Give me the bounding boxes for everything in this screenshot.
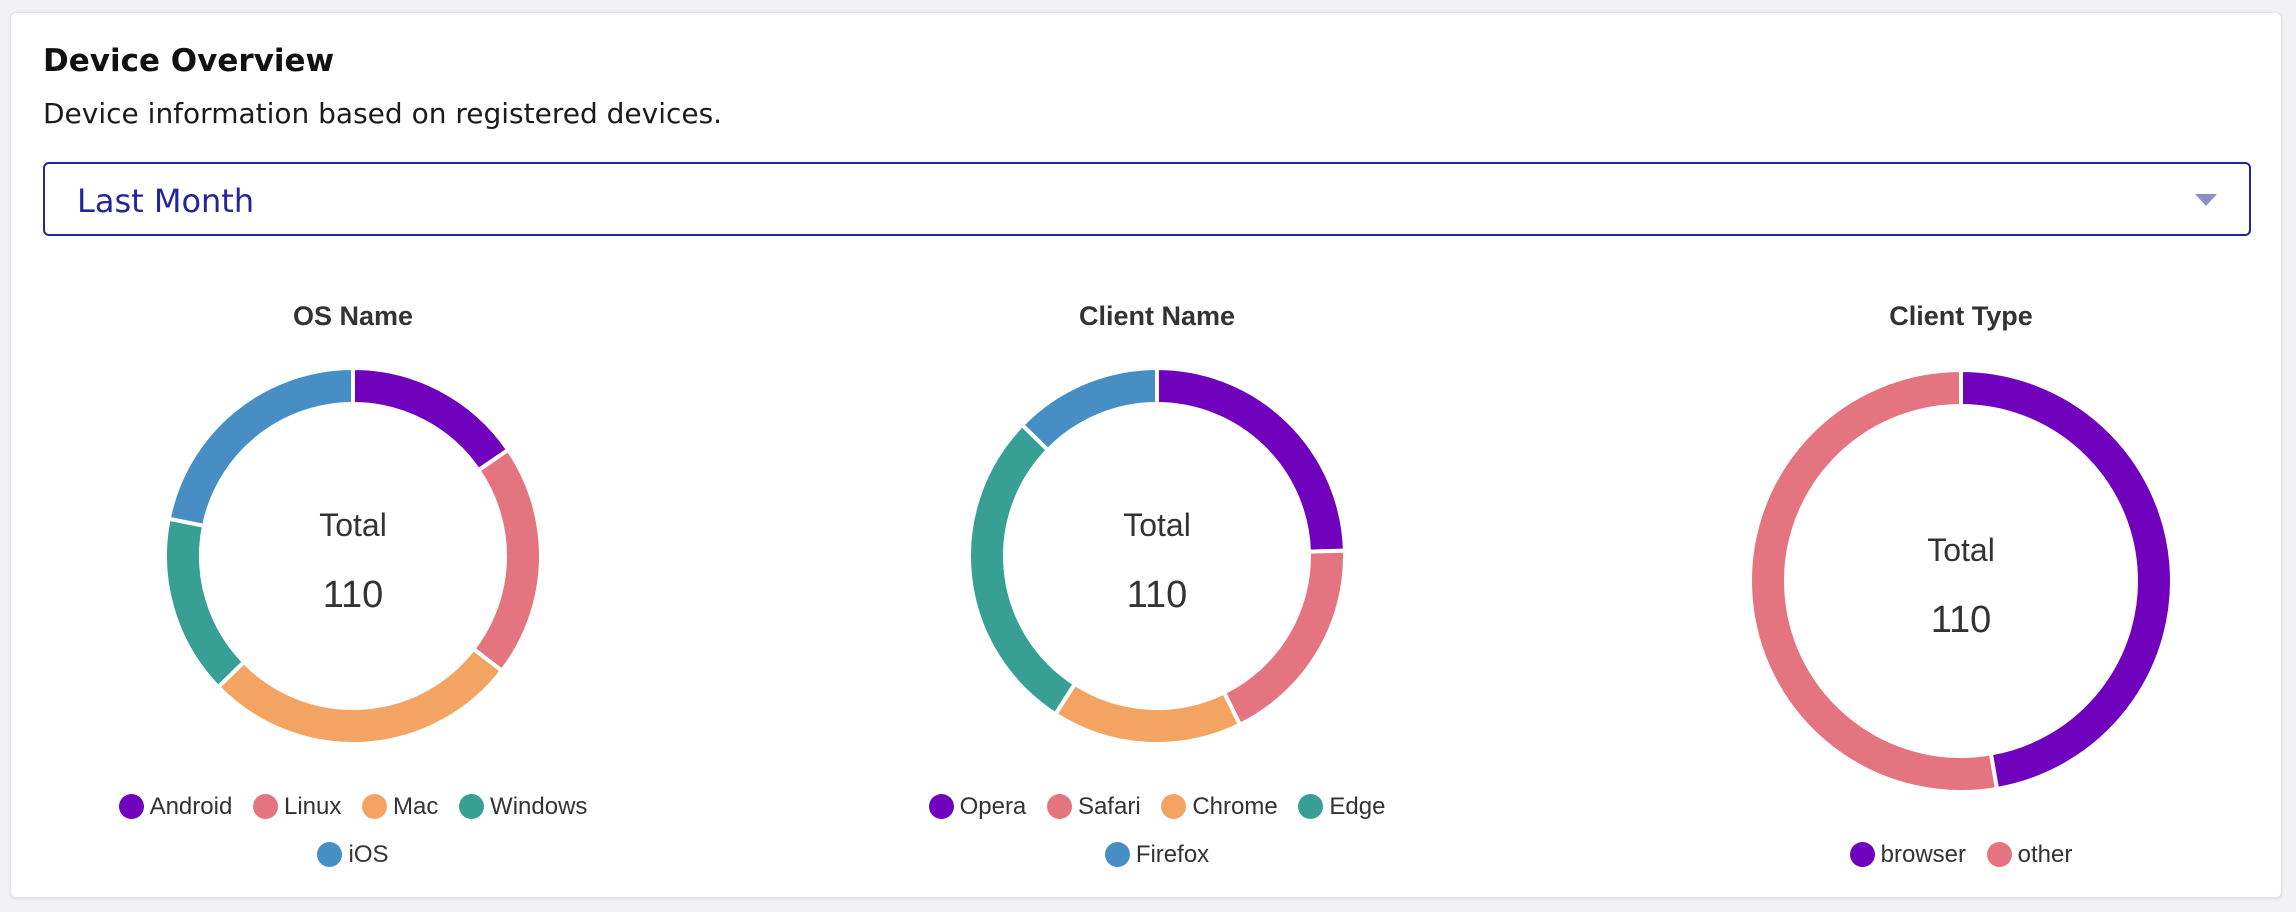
legend-label: Linux bbox=[283, 793, 342, 820]
legend-dot bbox=[928, 794, 954, 819]
center-total: 110 bbox=[323, 574, 384, 616]
legend-label: Chrome bbox=[1192, 793, 1278, 820]
legend-dot bbox=[1849, 842, 1875, 867]
client-type-legend: browser other bbox=[1661, 831, 2261, 879]
slice-android[interactable] bbox=[351, 365, 511, 473]
legend-dot bbox=[1298, 794, 1324, 819]
client-type-chart: Client Type Total 110 browser other bbox=[1661, 283, 2261, 883]
legend-item-opera[interactable]: Opera bbox=[928, 783, 1027, 831]
legend-label: Safari bbox=[1077, 793, 1141, 820]
slice-browser[interactable] bbox=[1959, 367, 2174, 792]
legend-label: Edge bbox=[1329, 793, 1386, 820]
center-label: Total bbox=[1927, 532, 1995, 568]
legend-label: Firefox bbox=[1135, 841, 1210, 868]
slice-mac[interactable] bbox=[215, 646, 505, 746]
legend-label: Opera bbox=[959, 793, 1027, 820]
legend-item-browser[interactable]: browser bbox=[1849, 831, 1966, 879]
legend-dot bbox=[252, 794, 278, 819]
legend-item-mac[interactable]: Mac bbox=[362, 783, 438, 831]
slice-edge[interactable] bbox=[967, 422, 1078, 717]
slice-linux[interactable] bbox=[470, 447, 543, 674]
client-name-legend: Opera Safari Chrome Edge Firefox bbox=[857, 783, 1457, 879]
legend-item-windows[interactable]: Windows bbox=[459, 783, 587, 831]
legend-dot bbox=[1986, 842, 2012, 867]
legend-label: iOS bbox=[348, 841, 389, 868]
legend-label: other bbox=[2017, 841, 2073, 868]
legend-item-safari[interactable]: Safari bbox=[1046, 783, 1141, 831]
center-label: Total bbox=[319, 507, 387, 543]
legend-label: browser bbox=[1880, 841, 1966, 868]
card-title: Device Overview bbox=[43, 43, 335, 79]
device-overview-card: Device Overview Device information based… bbox=[10, 12, 2282, 898]
legend-label: Android bbox=[149, 793, 233, 820]
slice-windows[interactable] bbox=[163, 516, 247, 690]
legend-dot bbox=[1104, 842, 1130, 867]
chevron-down-icon[interactable] bbox=[2195, 194, 2217, 206]
legend-label: Windows bbox=[490, 793, 588, 820]
slice-ios[interactable] bbox=[166, 365, 355, 529]
legend-item-ios[interactable]: iOS bbox=[317, 831, 389, 879]
legend-item-android[interactable]: Android bbox=[118, 783, 233, 831]
slice-firefox[interactable] bbox=[1019, 365, 1159, 453]
slice-other[interactable] bbox=[1748, 367, 2000, 794]
center-label: Total bbox=[1123, 507, 1191, 543]
os-name-chart: OS Name Total 110 Android Linux Mac Wind… bbox=[53, 283, 653, 883]
slice-chrome[interactable] bbox=[1052, 681, 1243, 746]
period-select[interactable]: Last Month bbox=[43, 162, 2251, 236]
legend-dot bbox=[118, 794, 144, 819]
center-total: 110 bbox=[1127, 574, 1188, 616]
client-type-donut: Total 110 bbox=[1748, 367, 2174, 794]
legend-dot bbox=[1161, 794, 1187, 819]
os-name-legend: Android Linux Mac Windows iOS bbox=[53, 783, 653, 879]
legend-item-firefox[interactable]: Firefox bbox=[1104, 831, 1210, 879]
card-subtitle: Device information based on registered d… bbox=[43, 97, 723, 130]
center-total: 110 bbox=[1931, 599, 1992, 641]
legend-item-edge[interactable]: Edge bbox=[1298, 783, 1385, 831]
legend-dot bbox=[459, 794, 485, 819]
legend-item-chrome[interactable]: Chrome bbox=[1161, 783, 1278, 831]
client-name-chart: Client Name Total 110 Opera Safari Chrom… bbox=[857, 283, 1457, 883]
legend-label: Mac bbox=[393, 793, 439, 820]
slice-safari[interactable] bbox=[1221, 548, 1347, 728]
legend-item-other[interactable]: other bbox=[1986, 831, 2073, 879]
legend-dot bbox=[1046, 794, 1072, 819]
legend-item-linux[interactable]: Linux bbox=[252, 783, 342, 831]
legend-dot bbox=[362, 794, 388, 819]
legend-dot bbox=[317, 842, 343, 867]
period-select-value: Last Month bbox=[77, 182, 255, 220]
